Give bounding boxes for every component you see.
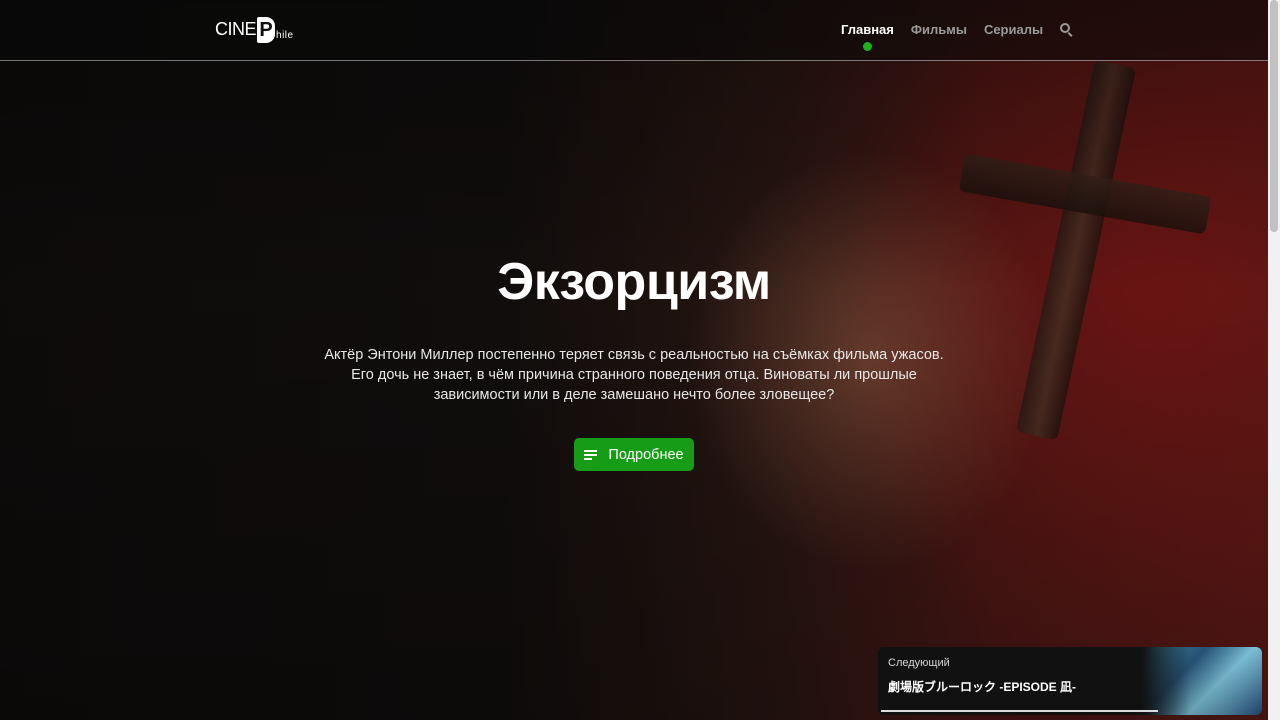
search-icon[interactable] [1060, 22, 1074, 37]
logo-cine-text: CINE [215, 19, 257, 39]
site-logo[interactable]: CINE P hile [215, 17, 294, 43]
logo-hile-text: hile [276, 30, 294, 41]
hero-title: Экзорцизм [497, 253, 771, 311]
page-scrollbar[interactable] [1268, 0, 1280, 720]
site-header: CINE P hile Главная Фильмы Сериалы [0, 0, 1268, 61]
nav-item-movies[interactable]: Фильмы [911, 22, 967, 37]
nav-item-label: Сериалы [983, 22, 1044, 37]
menu-icon [584, 449, 598, 460]
details-button-label: Подробнее [608, 446, 684, 463]
nav-item-label: Главная [841, 22, 894, 37]
next-item-thumbnail [1142, 647, 1262, 715]
next-item-progress [881, 710, 1158, 712]
logo-p-mark: P [257, 17, 276, 43]
next-item-card[interactable]: Следующий 劇場版ブルーロック -EPISODE 凪- [878, 647, 1262, 715]
scrollbar-thumb[interactable] [1270, 0, 1278, 232]
active-indicator-dot [862, 42, 872, 51]
nav-item-home[interactable]: Главная [841, 22, 894, 51]
next-item-title: 劇場版ブルーロック -EPISODE 凪- [888, 680, 1077, 694]
main-nav: Главная Фильмы Сериалы [841, 22, 1074, 51]
nav-item-series[interactable]: Сериалы [984, 22, 1043, 37]
nav-item-label: Фильмы [910, 22, 967, 37]
next-item-label: Следующий [888, 657, 950, 669]
hero-description: Актёр Энтони Миллер постепенно теряет св… [324, 347, 944, 403]
details-button[interactable]: Подробнее [574, 438, 694, 471]
